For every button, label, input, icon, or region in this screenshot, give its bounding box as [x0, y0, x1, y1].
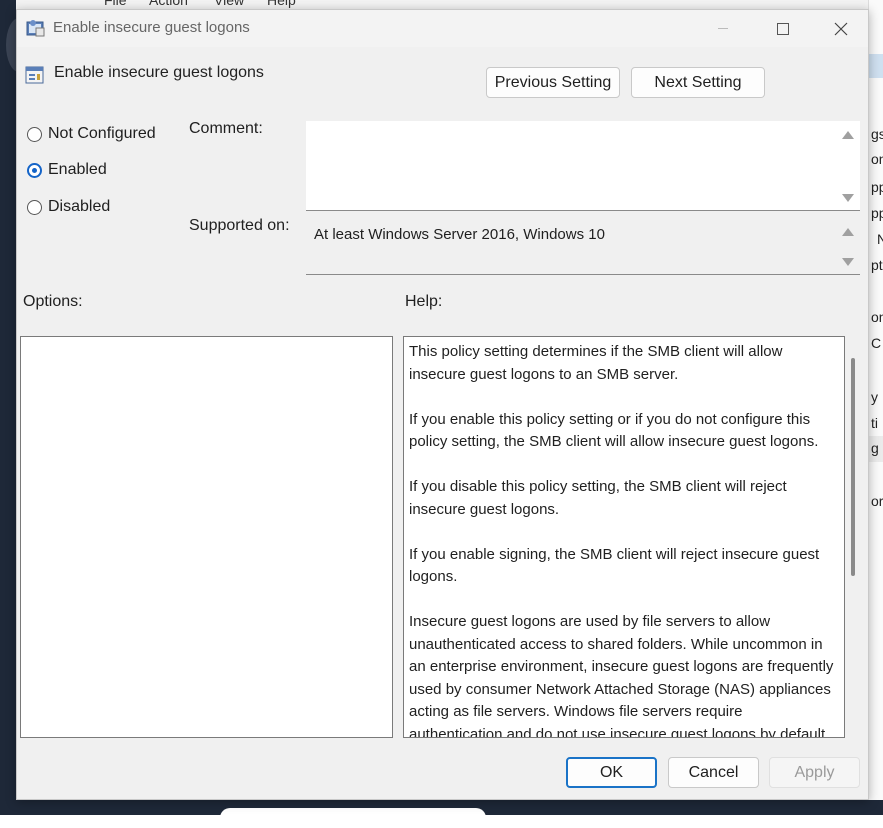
comment-field[interactable]: [306, 121, 860, 211]
background-fragment: y: [871, 389, 878, 405]
ok-button[interactable]: OK: [566, 757, 657, 788]
radio-label: Enabled: [48, 161, 107, 178]
background-fragment: pp: [871, 205, 883, 221]
scroll-up-icon[interactable]: [842, 228, 854, 236]
background-fragment: C s: [871, 335, 883, 351]
radio-label: Disabled: [48, 198, 111, 215]
options-label: Options:: [23, 293, 83, 310]
policy-dialog: Enable insecure guest logons Enable inse…: [16, 9, 869, 800]
previous-setting-button[interactable]: Previous Setting: [486, 67, 620, 98]
comment-label: Comment:: [189, 120, 263, 137]
supported-on-value: At least Windows Server 2016, Windows 10: [314, 226, 605, 243]
help-paragraph: This policy setting determines if the SM…: [409, 343, 783, 383]
close-button[interactable]: [818, 10, 864, 47]
minimize-button[interactable]: [700, 10, 746, 47]
background-desktop-left: [0, 0, 32, 815]
scroll-up-icon[interactable]: [842, 131, 854, 139]
help-label: Help:: [405, 293, 443, 310]
background-fragment: g: [871, 440, 879, 456]
radio-label: Not Configured: [48, 125, 156, 142]
background-fragment: pt: [871, 257, 883, 273]
background-fragment: N: [877, 231, 883, 247]
policy-setting-icon: [25, 66, 44, 84]
background-selection: [869, 54, 883, 78]
next-setting-button[interactable]: Next Setting: [631, 67, 765, 98]
background-fragment: or: [871, 493, 883, 509]
help-paragraph: Insecure guest logons are used by file s…: [409, 613, 834, 738]
radio-circle[interactable]: [27, 126, 42, 142]
options-panel: [20, 336, 393, 738]
policy-title: Enable insecure guest logons: [54, 64, 264, 81]
help-paragraph: If you enable this policy setting or if …: [409, 410, 819, 451]
help-scrollbar[interactable]: [851, 358, 855, 576]
scroll-down-icon[interactable]: [842, 194, 854, 202]
maximize-button[interactable]: [760, 10, 806, 47]
radio-enabled[interactable]: Enabled: [27, 159, 107, 181]
help-panel[interactable]: This policy setting determines if the SM…: [403, 336, 845, 738]
help-paragraph: If you enable signing, the SMB client wi…: [409, 545, 820, 586]
background-fragment: on: [871, 151, 883, 167]
background-taskbar-pill: [220, 808, 486, 828]
radio-circle[interactable]: [27, 199, 42, 215]
background-fragment: ti: [871, 415, 878, 431]
apply-button[interactable]: Apply: [769, 757, 860, 788]
background-menu-file[interactable]: File: [104, 0, 127, 8]
help-paragraph: If you disable this policy setting, the …: [409, 478, 787, 518]
background-fragment: on: [871, 309, 883, 325]
supported-on-label: Supported on:: [189, 217, 290, 234]
maximize-icon: [777, 22, 789, 35]
help-text: This policy setting determines if the SM…: [409, 341, 834, 738]
supported-on-field: At least Windows Server 2016, Windows 10: [306, 218, 860, 275]
minimize-icon: [718, 28, 728, 29]
scroll-down-icon[interactable]: [842, 258, 854, 266]
close-icon: [834, 22, 848, 35]
background-fragment: gs: [871, 126, 883, 142]
radio-not-configured[interactable]: Not Configured: [27, 123, 156, 145]
radio-disabled[interactable]: Disabled: [27, 196, 110, 218]
background-taskbar: [0, 800, 883, 828]
background-window-right: gs on pp pp N pt on C s y ti g or: [868, 0, 883, 815]
window-title: Enable insecure guest logons: [53, 19, 250, 36]
group-policy-app-icon: [26, 20, 45, 37]
radio-circle-checked[interactable]: [27, 162, 42, 178]
title-bar[interactable]: Enable insecure guest logons: [17, 10, 868, 47]
background-menu-help[interactable]: Help: [267, 0, 296, 8]
cancel-button[interactable]: Cancel: [668, 757, 759, 788]
background-menu-action[interactable]: Action: [149, 0, 188, 8]
background-menu-view[interactable]: View: [214, 0, 244, 8]
background-fragment: pp: [871, 179, 883, 195]
